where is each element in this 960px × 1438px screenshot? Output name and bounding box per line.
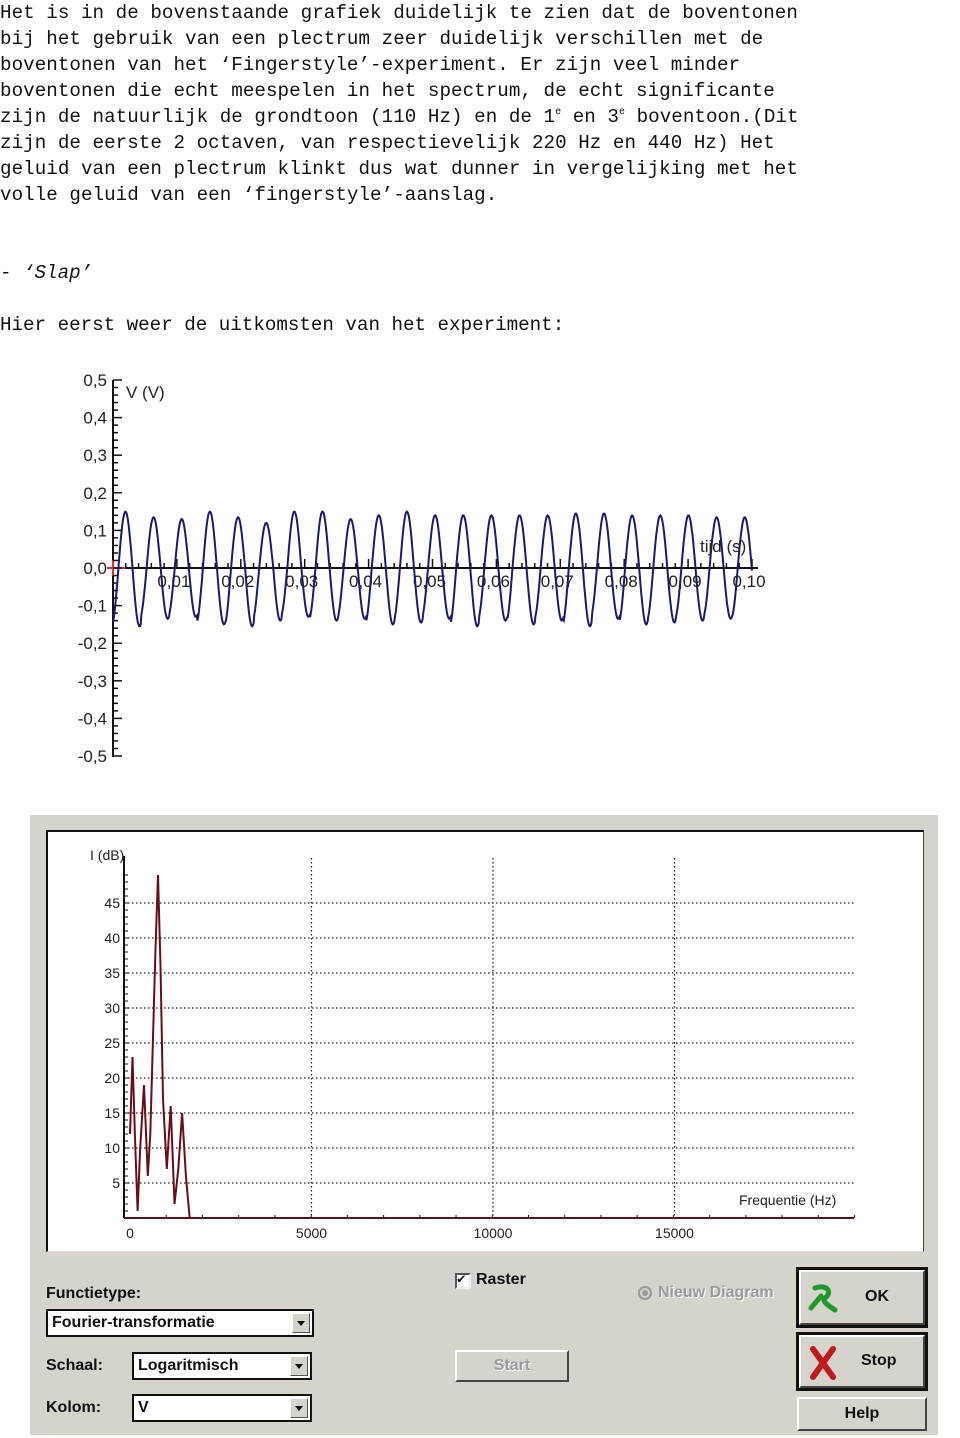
ok-button[interactable]: OK (796, 1267, 928, 1328)
x-axis-label: tijd (s) (700, 537, 746, 556)
x-tick-label: 0 (126, 1225, 134, 1241)
waveform-chart: 0,5 0,4 0,3 0,2 0,1 0,0 -0,1 -0,2 -0,3 -0,4 -0,5 0,… (78, 371, 766, 766)
section-heading: - ‘Slap’ (0, 262, 92, 284)
spectrum-chart: 510152025303540450 5000 10000 15000 I (dB) … (90, 847, 856, 1241)
chevron-down-icon[interactable] (290, 1356, 308, 1376)
x-tick-label: 0,05 (413, 572, 446, 591)
paragraph-line: bij het gebruik van een plectrum zeer du… (0, 28, 764, 50)
x-tick-label: 0,08 (605, 572, 638, 591)
y-axis-label: V (V) (126, 383, 165, 402)
spectrum-plot-panel: 5 10 15 20 25 30 35 40 45 0 5000 10000 15000 I (dB) … (46, 830, 924, 1252)
paragraph-line: Het is in de bovenstaande grafiek duidel… (0, 2, 798, 24)
stop-label: Stop (861, 1352, 897, 1369)
red-x-icon (810, 1346, 836, 1380)
y-tick-label: 0,4 (83, 409, 107, 428)
x-tick-label: 0,02 (221, 572, 254, 591)
paragraph-line: geluid van een plectrum klinkt dus wat d… (0, 158, 798, 180)
y-tick-label: 15 (104, 1105, 120, 1121)
y-tick-label: 10 (104, 1140, 120, 1156)
nieuw-diagram-radio[interactable] (638, 1286, 652, 1300)
text-run: zijn de natuurlijk de grondtoon (110 Hz)… (0, 106, 556, 128)
green-check-icon (808, 1284, 838, 1313)
y-tick-label: 45 (104, 895, 120, 911)
y-tick-label: -0,4 (78, 709, 107, 728)
help-button[interactable]: Help (797, 1397, 927, 1431)
y-tick-label: 40 (104, 930, 120, 946)
nieuw-diagram-label[interactable]: Nieuw Diagram (658, 1284, 774, 1302)
y-tick-label: 5 (112, 1175, 120, 1191)
y-tick-label: 0,3 (83, 446, 107, 465)
schaal-label: Schaal: (46, 1357, 103, 1374)
kolom-select[interactable]: V (132, 1394, 312, 1422)
x-axis-label: Frequentie (Hz) (739, 1192, 836, 1208)
y-tick-label: 25 (104, 1035, 120, 1051)
paragraph-line: zijn de eerste 2 octaven, van respectiev… (0, 132, 775, 154)
start-button[interactable]: Start (455, 1350, 569, 1382)
y-tick-label: -0,2 (78, 634, 107, 653)
y-axis-label: I (dB) (90, 847, 124, 863)
functietype-select[interactable]: Fourier-transformatie (46, 1309, 314, 1337)
y-tick-label: -0,1 (78, 597, 107, 616)
functietype-value: Fourier-transformatie (52, 1314, 215, 1331)
text-run: boventoon.(Dit (625, 106, 799, 128)
y-tick-label: 35 (104, 965, 120, 981)
x-tick-label: 5000 (296, 1225, 327, 1241)
x-tick-label: 0,04 (349, 572, 382, 591)
chevron-down-icon[interactable] (290, 1398, 308, 1418)
heading-dash: - (0, 262, 24, 284)
functietype-label: Functietype: (46, 1285, 142, 1302)
y-tick-label: 0,2 (83, 484, 107, 503)
spectrum-line (129, 874, 194, 1219)
y-tick-label: 20 (104, 1070, 120, 1086)
intro-text: Hier eerst weer de uitkomsten van het ex… (0, 314, 565, 336)
y-tick-label: -0,5 (78, 747, 107, 766)
kolom-value: V (138, 1399, 149, 1416)
y-tick-label: -0,3 (78, 672, 107, 691)
y-tick-label: 0,5 (83, 371, 107, 390)
paragraph-line: volle geluid van een ‘fingerstyle’-aansl… (0, 184, 498, 206)
raster-checkbox[interactable] (455, 1271, 471, 1289)
chevron-down-icon[interactable] (292, 1313, 310, 1333)
y-tick-label: 0,1 (83, 521, 107, 540)
text-run: en 3 (561, 106, 619, 128)
stop-button[interactable]: Stop (796, 1332, 928, 1391)
paragraph-line: boventonen die echt meespelen in het spe… (0, 80, 775, 102)
y-tick-label: 30 (104, 1000, 120, 1016)
schaal-value: Logaritmisch (138, 1357, 239, 1374)
kolom-label: Kolom: (46, 1399, 102, 1416)
raster-label[interactable]: Raster (476, 1271, 526, 1289)
fourier-dialog: 5 10 15 20 25 30 35 40 45 0 5000 10000 15000 I (dB) … (30, 815, 938, 1435)
paragraph-line: boventonen van het ‘Fingerstyle’-experim… (0, 54, 741, 76)
y-tick-label: 0,0 (83, 559, 107, 578)
heading-title: ‘Slap’ (23, 262, 93, 284)
paragraph-line: zijn de natuurlijk de grondtoon (110 Hz)… (0, 106, 799, 128)
body-paragraph: Het is in de bovenstaande grafiek duidel… (0, 0, 960, 208)
x-tick-label: 15000 (655, 1225, 694, 1241)
schaal-select[interactable]: Logaritmisch (132, 1352, 312, 1380)
x-tick-label: 10000 (474, 1225, 513, 1241)
ok-label: OK (865, 1288, 889, 1305)
